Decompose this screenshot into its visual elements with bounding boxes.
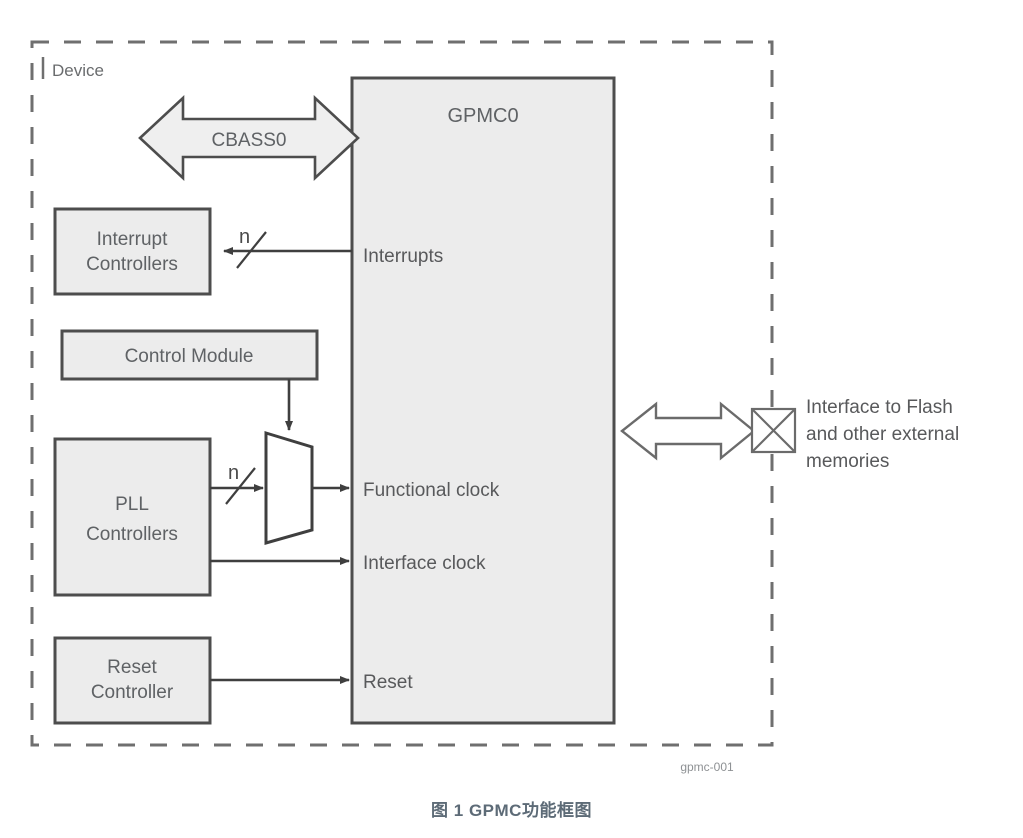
- interrupt-controllers-label-line2: Controllers: [86, 254, 178, 275]
- reset-controller-label-line2: Controller: [91, 682, 174, 703]
- figure-id: gpmc-001: [680, 760, 734, 774]
- pll-controllers-block: [53, 437, 212, 597]
- interrupt-controllers-block: [53, 207, 212, 296]
- gpmc0-block: [350, 76, 616, 725]
- gpmc0-port-reset: Reset: [363, 672, 413, 693]
- external-interface-label-line2: and other external: [806, 424, 959, 445]
- gpmc-block-diagram: Device GPMC0 CBASS0 Interrupt Controller…: [30, 40, 959, 774]
- gpmc0-port-functional-clock: Functional clock: [363, 480, 500, 501]
- pll-bus-width-label: n: [228, 462, 239, 484]
- pll-controllers-label-line2: Controllers: [86, 524, 178, 545]
- external-interface-arrow: [620, 401, 756, 461]
- gpmc0-port-interface-clock: Interface clock: [363, 553, 486, 574]
- interrupts-bus-width-label: n: [239, 226, 250, 248]
- external-interface-label-line3: memories: [806, 451, 889, 472]
- figure-caption: 图 1 GPMC功能框图: [431, 801, 592, 820]
- control-module-label: Control Module: [125, 346, 254, 367]
- reset-controller-block: [53, 636, 212, 725]
- external-interface-label-line1: Interface to Flash: [806, 397, 953, 418]
- pll-controllers-label-line1: PLL: [115, 494, 149, 515]
- gpmc0-title: GPMC0: [447, 105, 518, 127]
- figure-container: Device GPMC0 CBASS0 Interrupt Controller…: [0, 0, 1023, 838]
- reset-controller-label-line1: Reset: [107, 657, 157, 678]
- gpmc0-port-interrupts: Interrupts: [363, 246, 443, 267]
- cbass0-label: CBASS0: [212, 130, 287, 151]
- interrupt-controllers-label-line1: Interrupt: [97, 229, 168, 250]
- device-label: Device: [52, 61, 104, 80]
- clock-mux: [264, 430, 314, 545]
